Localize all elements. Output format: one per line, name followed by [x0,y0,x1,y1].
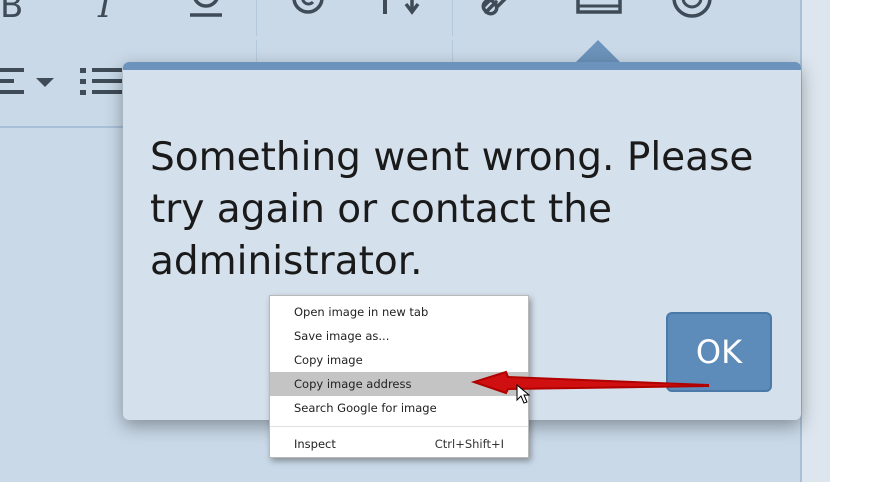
menu-separator [270,426,528,427]
emoji-icon[interactable] [670,0,714,18]
toolbar-row-1: B I [0,0,800,38]
copyright-icon[interactable] [290,0,326,18]
toolbar-divider [452,40,453,64]
bulleted-list-icon[interactable] [78,66,124,102]
toolbar-divider [256,40,257,64]
bold-icon[interactable]: B [0,0,23,26]
italic-icon[interactable]: I [98,0,111,26]
toolbar-divider [256,0,257,36]
dialog-pointer [576,40,620,62]
page-margin [802,0,830,482]
menu-item-copy-image[interactable]: Copy image [270,348,528,372]
underline-icon[interactable] [186,0,226,18]
menu-item-save-image-as[interactable]: Save image as... [270,324,528,348]
align-dropdown-icon[interactable] [0,66,60,102]
toolbar-divider [452,0,453,36]
menu-item-shortcut: Ctrl+Shift+I [434,437,504,451]
link-icon[interactable] [480,0,520,18]
menu-item-search-google-for-image[interactable]: Search Google for image [270,396,528,420]
ok-button[interactable]: OK [666,312,772,392]
menu-item-label: Inspect [294,437,336,451]
menu-item-open-image-new-tab[interactable]: Open image in new tab [270,300,528,324]
context-menu: Open image in new tab Save image as... C… [269,295,529,458]
error-message: Something went wrong. Please try again o… [150,135,754,284]
menu-item-inspect[interactable]: Inspect Ctrl+Shift+I [270,432,528,456]
text-direction-icon[interactable] [372,0,428,18]
image-icon[interactable] [576,0,622,14]
menu-item-copy-image-address[interactable]: Copy image address [270,372,528,396]
